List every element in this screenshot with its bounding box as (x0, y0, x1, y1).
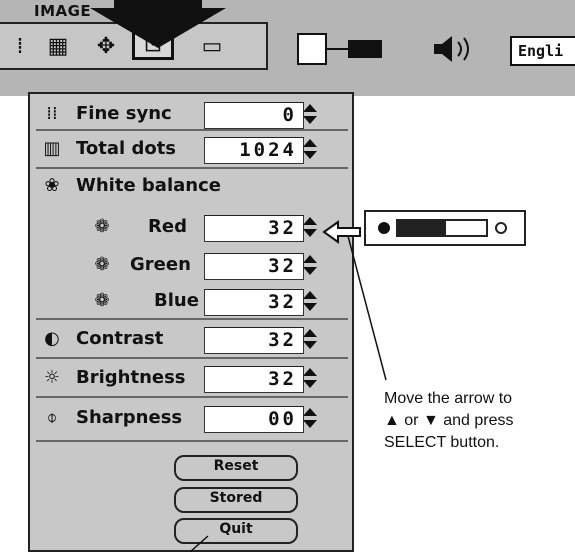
language-select[interactable]: Engli (510, 36, 575, 66)
row-label: Fine sync (76, 103, 172, 124)
white-balance-icon: ❀ (44, 175, 60, 196)
value-field: 1024 (204, 137, 304, 164)
contrast-icon: ◐ (44, 328, 60, 349)
sound-icon[interactable] (430, 32, 478, 68)
total-dots-icon: ▥ (43, 138, 61, 159)
callout-line: SELECT button. (384, 434, 500, 451)
green-icon: ❁ (94, 254, 110, 275)
instruction-callout: Move the arrow to ▲ or ▼ and press SELEC… (384, 388, 574, 454)
callout-line: ▲ or ▼ and press (384, 412, 514, 429)
row-white-balance[interactable]: ❀ White balance (36, 172, 348, 200)
menu-title: IMAGE (34, 2, 92, 20)
row-label: Total dots (76, 138, 177, 159)
pointer-arrow-icon (90, 0, 226, 48)
sharpness-icon: ⌽ (46, 407, 58, 428)
row-total-dots[interactable]: ▥ Total dots 1024 (36, 135, 348, 164)
up-down-arrows-icon[interactable] (302, 103, 318, 125)
row-label: White balance (76, 175, 221, 196)
divider (36, 129, 348, 131)
fine-sync-icon: ⁞⁞ (46, 103, 58, 124)
red-icon: ❁ (94, 216, 110, 237)
brightness-icon: ☼ (43, 367, 61, 388)
dots-icon[interactable]: ⁞ (2, 30, 38, 62)
slider-max-ring (495, 222, 507, 234)
divider (36, 167, 348, 169)
callout-line: Move the arrow to (384, 390, 513, 407)
pc-adjust-icon[interactable]: ▦ (40, 30, 76, 62)
value-field: 0 (204, 102, 304, 129)
projector-icon[interactable] (296, 30, 386, 70)
up-down-arrows-icon[interactable] (302, 138, 318, 160)
blue-icon: ❁ (94, 290, 110, 311)
slider-fill (398, 221, 446, 235)
row-fine-sync[interactable]: ⁞⁞ Fine sync 0 (36, 100, 348, 129)
callout-lines (189, 235, 387, 552)
slider-min-dot (378, 222, 390, 234)
